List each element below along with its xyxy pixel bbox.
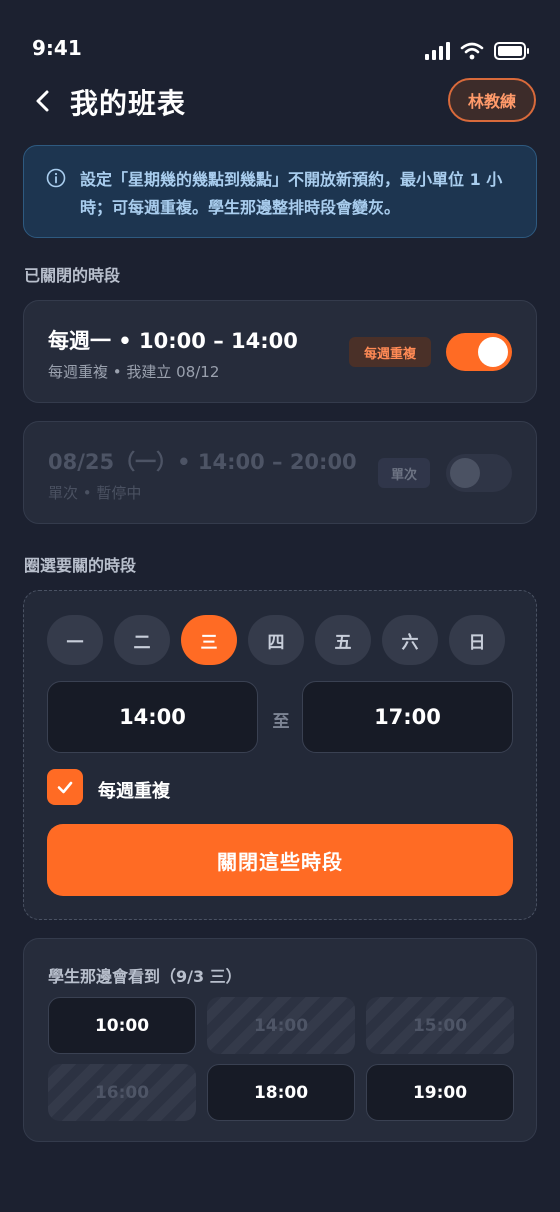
slot-selector: 一 二 三 四 五 六 日 14:00 至 17:00 每週重複 關閉這些時段 (23, 590, 537, 920)
status-time: 9:41 (32, 36, 82, 60)
toggle-knob (478, 337, 508, 367)
student-preview: 學生那邊會看到（9/3 三） 10:00 14:00 15:00 16:00 1… (23, 938, 537, 1142)
day-button-thu[interactable]: 四 (248, 615, 304, 665)
closed-slot-card: 每週一 • 10:00 – 14:00 每週重複 • 我建立 08/12 每週重… (23, 300, 537, 403)
info-banner: 設定「星期幾的幾點到幾點」不開放新預約，最小單位 1 小時；可每週重複。學生那邊… (23, 145, 537, 238)
day-button-mon[interactable]: 一 (47, 615, 103, 665)
day-button-fri[interactable]: 五 (315, 615, 371, 665)
repeat-label: 每週重複 (98, 781, 170, 802)
battery-icon (494, 42, 529, 60)
info-icon (46, 168, 66, 188)
slot-title: 08/25（一）• 14:00 – 20:00 (48, 450, 357, 474)
slot-subtitle: 每週重複 • 我建立 08/12 (48, 363, 220, 381)
header: 我的班表 林教練 (24, 78, 536, 124)
day-picker: 一 二 三 四 五 六 日 (47, 615, 505, 665)
preview-slot-open[interactable]: 19:00 (366, 1064, 514, 1121)
day-button-tue[interactable]: 二 (114, 615, 170, 665)
closed-slot-card: 08/25（一）• 14:00 – 20:00 單次 • 暫停中 單次 (23, 421, 537, 524)
closed-section-label: 已關閉的時段 (24, 266, 121, 285)
page-title: 我的班表 (70, 87, 187, 120)
preview-slot-open[interactable]: 10:00 (48, 997, 196, 1054)
day-button-sat[interactable]: 六 (382, 615, 438, 665)
close-slots-button[interactable]: 關閉這些時段 (47, 824, 513, 896)
preview-title: 學生那邊會看到（9/3 三） (48, 967, 242, 986)
info-text: 設定「星期幾的幾點到幾點」不開放新預約，最小單位 1 小時；可每週重複。學生那邊… (80, 170, 503, 217)
coach-badge[interactable]: 林教練 (448, 78, 536, 122)
preview-slot-closed: 15:00 (366, 997, 514, 1054)
start-time-field[interactable]: 14:00 (47, 681, 258, 753)
back-chevron-icon[interactable] (28, 86, 58, 116)
day-button-sun[interactable]: 日 (449, 615, 505, 665)
once-tag: 單次 (378, 458, 430, 488)
day-button-wed[interactable]: 三 (181, 615, 237, 665)
slot-toggle[interactable] (446, 454, 512, 492)
wifi-icon (460, 42, 484, 60)
preview-slot-closed: 14:00 (207, 997, 355, 1054)
slot-toggle[interactable] (446, 333, 512, 371)
status-icons (425, 42, 529, 60)
repeat-tag: 每週重複 (349, 337, 431, 367)
signal-icon (425, 42, 450, 60)
slot-subtitle: 單次 • 暫停中 (48, 484, 142, 502)
preview-slot-closed: 16:00 (48, 1064, 196, 1121)
select-section-label: 圈選要關的時段 (24, 556, 137, 575)
preview-slot-open[interactable]: 18:00 (207, 1064, 355, 1121)
toggle-knob (450, 458, 480, 488)
slot-title: 每週一 • 10:00 – 14:00 (48, 329, 298, 353)
check-icon (57, 781, 73, 794)
end-time-field[interactable]: 17:00 (302, 681, 513, 753)
to-label: 至 (272, 712, 290, 732)
status-bar: 9:41 (0, 0, 560, 80)
repeat-checkbox[interactable] (47, 769, 83, 805)
